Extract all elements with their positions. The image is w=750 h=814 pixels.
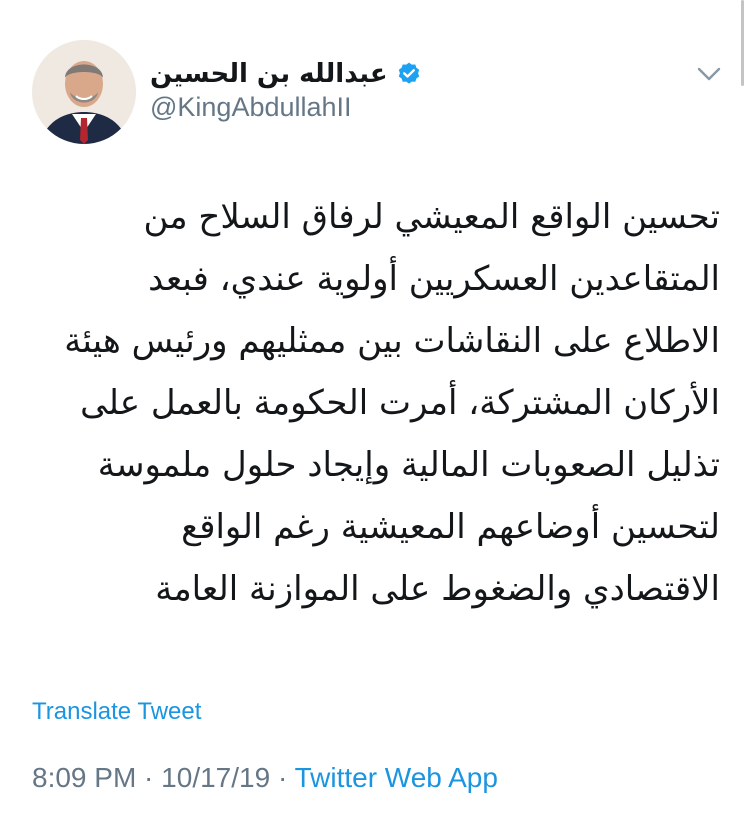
avatar[interactable]: [32, 40, 136, 144]
tweet-text-line: تحسين الواقع المعيشي لرفاق السلاح من: [143, 197, 720, 237]
author-handle[interactable]: @KingAbdullahII: [150, 92, 352, 123]
meta-separator: ·: [270, 762, 295, 793]
translate-tweet-link[interactable]: Translate Tweet: [32, 698, 201, 726]
tweet-text-line: الاطلاع على النقاشات بين ممثليهم ورئيس ه…: [64, 321, 720, 361]
tweet-source-link[interactable]: Twitter Web App: [295, 762, 498, 793]
tweet-text: تحسين الواقع المعيشي لرفاق السلاح من الم…: [60, 186, 720, 620]
tweet-date[interactable]: 10/17/19: [161, 762, 270, 793]
author-name-row[interactable]: عبدالله بن الحسين: [150, 56, 422, 92]
tweet-text-line: المتقاعدين العسكريين أولوية عندي، فبعد: [148, 259, 720, 299]
tweet-header: عبدالله بن الحسين @KingAbdullahII: [0, 0, 750, 160]
tweet-text-line: الاقتصادي والضغوط على الموازنة العامة: [155, 569, 720, 609]
tweet-text-line: الأركان المشتركة، أمرت الحكومة بالعمل عل…: [80, 383, 720, 423]
chevron-down-icon[interactable]: [696, 64, 722, 84]
scrollbar[interactable]: [741, 0, 744, 86]
tweet-text-line: تذليل الصعوبات المالية وإيجاد حلول ملموس…: [97, 445, 720, 485]
verified-badge-icon: [398, 62, 419, 84]
tweet-meta: 8:09 PM · 10/17/19 · Twitter Web App: [32, 762, 498, 794]
meta-separator: ·: [136, 762, 162, 793]
tweet-time[interactable]: 8:09 PM: [32, 762, 136, 793]
profile-photo-icon: [32, 40, 136, 144]
author-display-name[interactable]: عبدالله بن الحسين: [150, 59, 388, 89]
tweet-text-line: لتحسين أوضاعهم المعيشية رغم الواقع: [181, 507, 720, 547]
